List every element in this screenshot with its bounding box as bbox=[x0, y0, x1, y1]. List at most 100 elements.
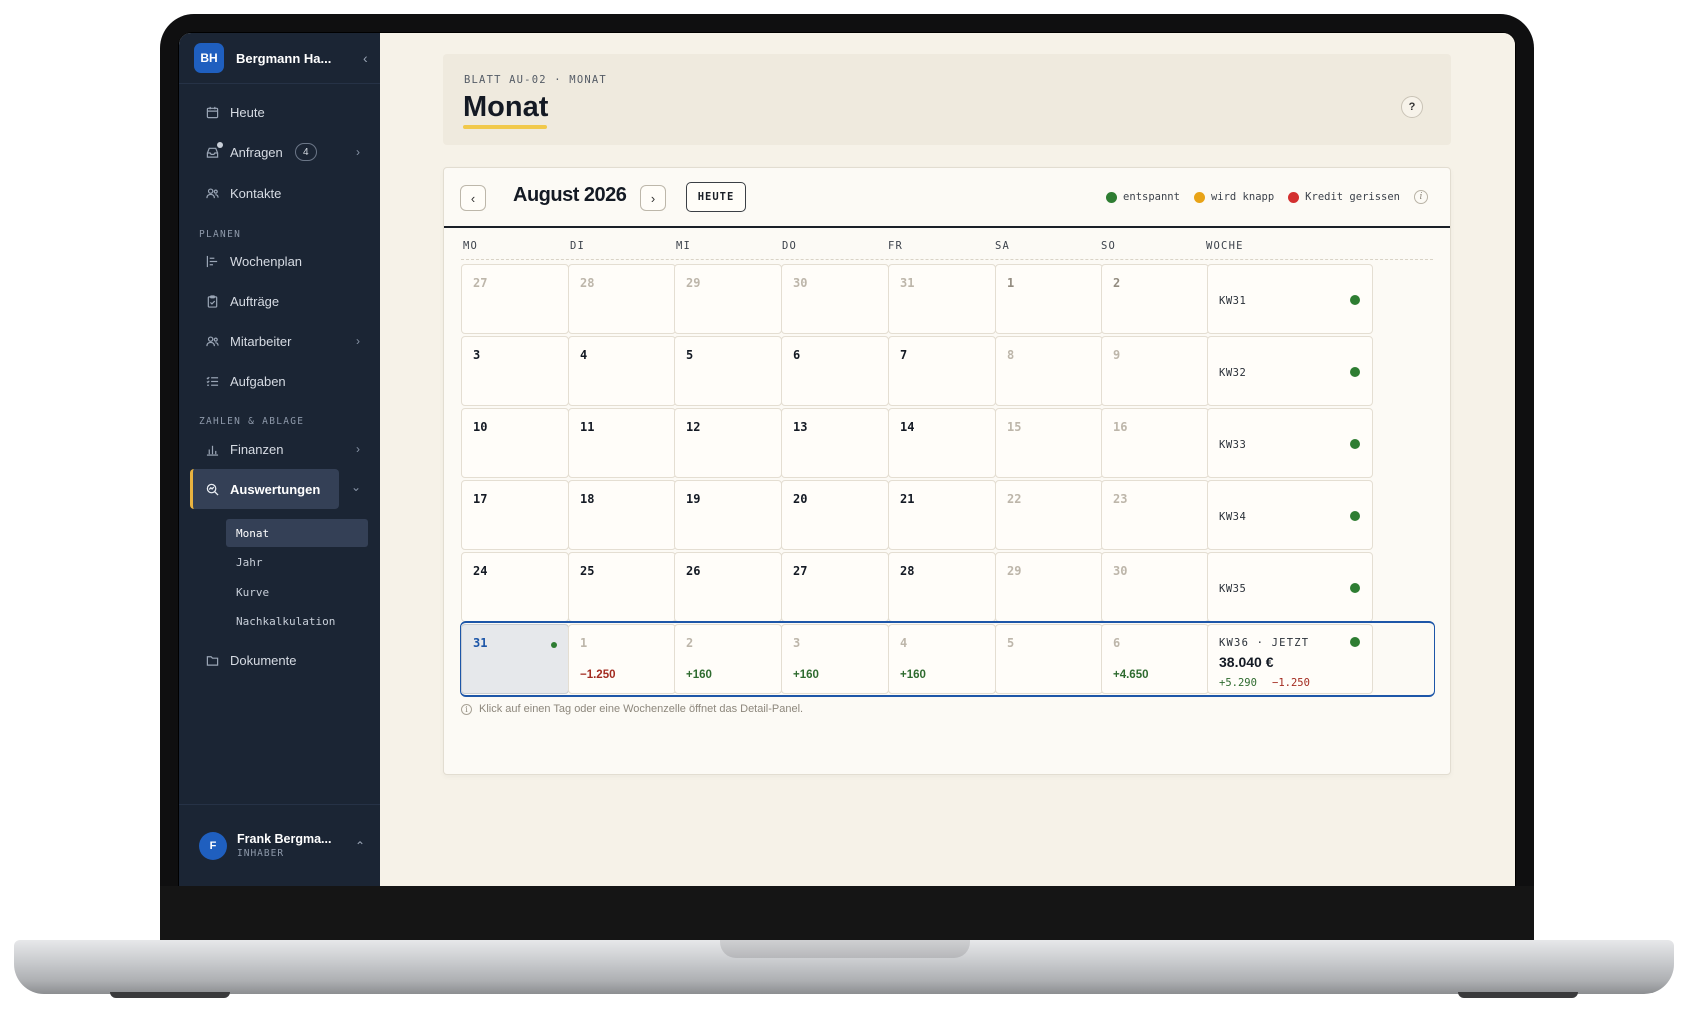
help-button[interactable]: ? bbox=[1401, 96, 1423, 118]
day-number: 31 bbox=[473, 636, 488, 650]
calendar-day[interactable]: 12 bbox=[674, 408, 782, 478]
week-label: KW32 bbox=[1219, 367, 1247, 379]
day-number: 1 bbox=[1007, 276, 1015, 290]
team-icon bbox=[204, 333, 220, 349]
calendar-day[interactable]: 27 bbox=[461, 264, 569, 334]
calendar-day[interactable]: 3 +160 bbox=[781, 624, 889, 694]
day-number: 28 bbox=[900, 564, 915, 578]
calendar-day[interactable]: 23 bbox=[1101, 480, 1209, 550]
week-summary[interactable]: KW33 bbox=[1207, 408, 1373, 478]
sidebar-item-dokumente[interactable]: Dokumente bbox=[190, 640, 370, 680]
calendar-day[interactable]: 1 −1.250 bbox=[568, 624, 676, 694]
user-menu[interactable]: F Frank Bergma... INHABER ⌃ bbox=[179, 804, 380, 886]
calendar-day[interactable]: 31 bbox=[888, 264, 996, 334]
week-summary[interactable]: KW32 bbox=[1207, 336, 1373, 406]
calendar-day[interactable]: 5 bbox=[674, 336, 782, 406]
sidebar-item-aufgaben[interactable]: Aufgaben bbox=[190, 361, 370, 401]
calendar-day[interactable]: 3 bbox=[461, 336, 569, 406]
calendar-day[interactable]: 29 bbox=[995, 552, 1103, 622]
calendar-day[interactable]: 30 bbox=[1101, 552, 1209, 622]
prev-month-button[interactable]: ‹ bbox=[460, 185, 486, 211]
calendar-day[interactable]: 21 bbox=[888, 480, 996, 550]
calendar-day-today[interactable]: 31 bbox=[461, 624, 569, 694]
calendar-day[interactable]: 30 bbox=[781, 264, 889, 334]
weekday-label: MO bbox=[463, 240, 479, 252]
calendar-day[interactable]: 2 bbox=[1101, 264, 1209, 334]
week-status-dot-icon bbox=[1350, 583, 1360, 593]
workspace-badge: BH bbox=[194, 43, 224, 73]
calendar-day[interactable]: 8 bbox=[995, 336, 1103, 406]
calendar-day[interactable]: 22 bbox=[995, 480, 1103, 550]
calendar-day[interactable]: 28 bbox=[888, 552, 996, 622]
laptop-foot-left bbox=[110, 992, 230, 998]
week-status-dot-icon bbox=[1350, 637, 1360, 647]
subnav-item-nachkalkulation[interactable]: Nachkalkulation bbox=[226, 607, 368, 635]
weekday-label: SA bbox=[995, 240, 1011, 252]
week-label: KW35 bbox=[1219, 583, 1247, 595]
next-month-button[interactable]: › bbox=[640, 185, 666, 211]
calendar-icon bbox=[204, 104, 220, 120]
sidebar-item-mitarbeiter[interactable]: Mitarbeiter › bbox=[190, 321, 370, 361]
week-summary[interactable]: KW31 bbox=[1207, 264, 1373, 334]
calendar-day[interactable]: 20 bbox=[781, 480, 889, 550]
sidebar-item-finanzen[interactable]: Finanzen › bbox=[190, 429, 370, 469]
calendar-day[interactable]: 4 bbox=[568, 336, 676, 406]
laptop-foot-right bbox=[1458, 992, 1578, 998]
today-button[interactable]: HEUTE bbox=[686, 182, 746, 212]
calendar-day[interactable]: 4 +160 bbox=[888, 624, 996, 694]
calendar-day[interactable]: 10 bbox=[461, 408, 569, 478]
chevron-left-icon: ‹ bbox=[470, 190, 476, 206]
info-icon[interactable]: i bbox=[1414, 190, 1428, 204]
week-summary[interactable]: KW34 bbox=[1207, 480, 1373, 550]
sidebar-item-heute[interactable]: Heute bbox=[190, 92, 370, 132]
day-number: 11 bbox=[580, 420, 595, 434]
chevron-down-icon[interactable]: ⌄ bbox=[351, 480, 361, 494]
sidebar-item-anfragen[interactable]: Anfragen 4 › bbox=[190, 132, 370, 172]
day-number: 4 bbox=[900, 636, 908, 650]
week-summary[interactable]: KW35 bbox=[1207, 552, 1373, 622]
calendar-day[interactable]: 2 +160 bbox=[674, 624, 782, 694]
workspace-switcher[interactable]: BH Bergmann Ha... ‹ bbox=[179, 33, 380, 84]
day-number: 5 bbox=[686, 348, 694, 362]
subnav-item-kurve[interactable]: Kurve bbox=[226, 578, 368, 606]
calendar-day[interactable]: 16 bbox=[1101, 408, 1209, 478]
day-number: 16 bbox=[1113, 420, 1128, 434]
calendar-day[interactable]: 26 bbox=[674, 552, 782, 622]
subnav-item-monat[interactable]: Monat bbox=[226, 519, 368, 547]
calendar-day[interactable]: 19 bbox=[674, 480, 782, 550]
calendar-day[interactable]: 9 bbox=[1101, 336, 1209, 406]
subnav-item-jahr[interactable]: Jahr bbox=[226, 548, 368, 576]
sidebar-item-wochenplan[interactable]: Wochenplan bbox=[190, 241, 370, 281]
sidebar-item-auftraege[interactable]: Aufträge bbox=[190, 281, 370, 321]
calendar-day[interactable]: 6 +4.650 bbox=[1101, 624, 1209, 694]
calendar-day[interactable]: 25 bbox=[568, 552, 676, 622]
calendar-day[interactable]: 11 bbox=[568, 408, 676, 478]
clipboard-check-icon bbox=[204, 293, 220, 309]
calendar-day[interactable]: 18 bbox=[568, 480, 676, 550]
calendar-day[interactable]: 1 bbox=[995, 264, 1103, 334]
day-number: 19 bbox=[686, 492, 701, 506]
calendar-day[interactable]: 15 bbox=[995, 408, 1103, 478]
status-dot-icon bbox=[1106, 191, 1118, 203]
calendar-day[interactable]: 17 bbox=[461, 480, 569, 550]
calendar-day[interactable]: 28 bbox=[568, 264, 676, 334]
calendar-day[interactable]: 29 bbox=[674, 264, 782, 334]
sidebar-item-auswertungen[interactable]: Auswertungen bbox=[190, 469, 339, 509]
calendar-day[interactable]: 7 bbox=[888, 336, 996, 406]
calendar-day[interactable]: 24 bbox=[461, 552, 569, 622]
calendar-day[interactable]: 14 bbox=[888, 408, 996, 478]
sidebar-item-label: Kontakte bbox=[230, 185, 282, 201]
chevron-right-icon: › bbox=[356, 442, 360, 456]
day-number: 8 bbox=[1007, 348, 1015, 362]
collapse-sidebar-icon[interactable]: ‹ bbox=[363, 50, 368, 66]
calendar-day[interactable]: 5 bbox=[995, 624, 1103, 694]
chevron-right-icon: › bbox=[356, 334, 360, 348]
week-summary-current[interactable]: KW36 · JETZT 38.040 € +5.290 −1.250 bbox=[1207, 624, 1373, 694]
week-income: +5.290 bbox=[1219, 677, 1257, 689]
chevron-up-icon[interactable]: ⌃ bbox=[355, 839, 365, 853]
sidebar-item-kontakte[interactable]: Kontakte bbox=[190, 173, 370, 213]
day-number: 31 bbox=[900, 276, 915, 290]
calendar-day[interactable]: 27 bbox=[781, 552, 889, 622]
calendar-day[interactable]: 13 bbox=[781, 408, 889, 478]
calendar-day[interactable]: 6 bbox=[781, 336, 889, 406]
